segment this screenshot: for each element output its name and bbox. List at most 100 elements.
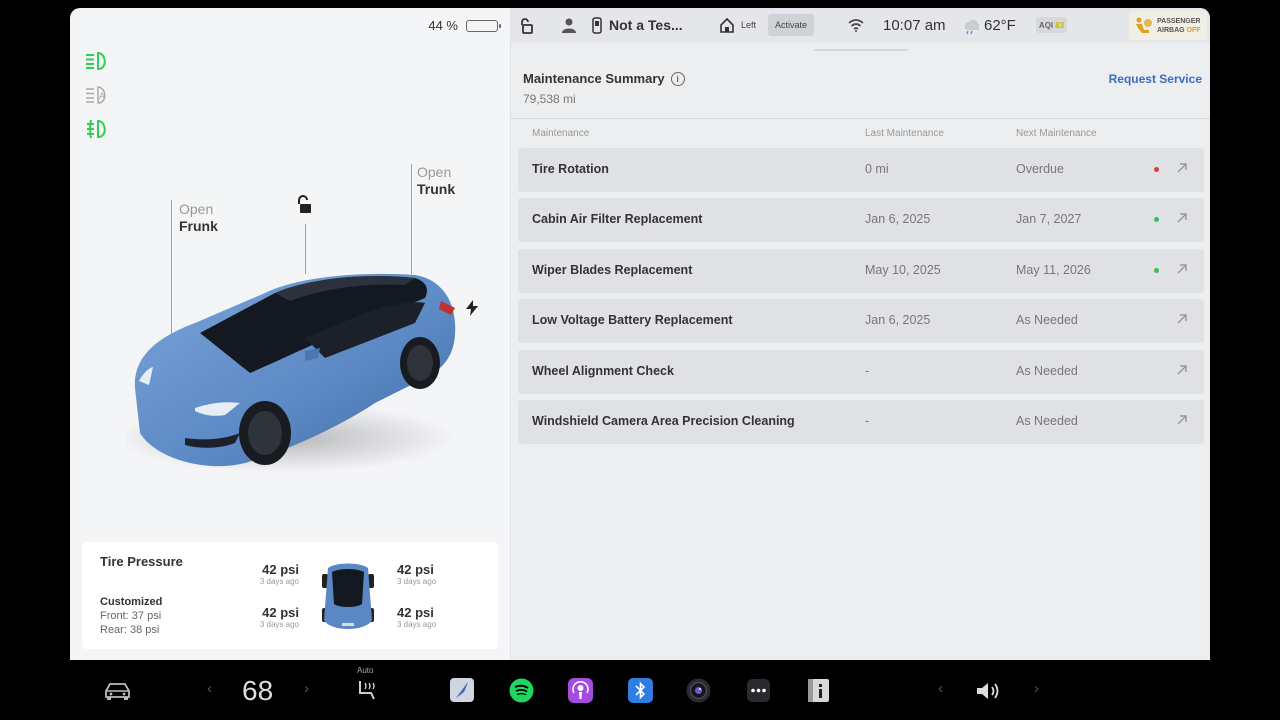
vehicle-panel: 44 % A Open Frunk Open Trunk Tire Pressu… bbox=[70, 8, 510, 660]
bluetooth-icon[interactable] bbox=[628, 678, 653, 703]
lock-status-icon[interactable] bbox=[519, 18, 533, 34]
last-maintenance: - bbox=[865, 364, 870, 378]
status-dot bbox=[1154, 268, 1159, 273]
wifi-icon[interactable] bbox=[848, 19, 864, 32]
status-dot bbox=[1154, 167, 1159, 172]
tire-front-left: 42 psi 3 days ago bbox=[254, 562, 299, 586]
profile-name[interactable]: Not a Tes... bbox=[609, 17, 683, 33]
maintenance-row[interactable]: Tire Rotation 0 mi Overdue bbox=[518, 148, 1204, 192]
homelink-label: Left bbox=[741, 20, 757, 30]
tire-rear-left: 42 psi 3 days ago bbox=[254, 605, 299, 629]
tire-pressure-value: 42 psi bbox=[262, 605, 299, 620]
maintenance-row[interactable]: Wheel Alignment Check - As Needed bbox=[518, 350, 1204, 394]
maintenance-item-name: Cabin Air Filter Replacement bbox=[532, 212, 703, 226]
trunk-label: Trunk bbox=[417, 181, 456, 197]
info-icon[interactable]: i bbox=[670, 71, 685, 86]
svg-text:A: A bbox=[99, 91, 105, 101]
volume-up-chevron-icon[interactable]: › bbox=[1034, 680, 1039, 697]
volume-down-chevron-icon[interactable]: ‹ bbox=[938, 680, 943, 697]
car-top-view-icon bbox=[322, 563, 374, 629]
spotify-icon[interactable] bbox=[509, 678, 534, 703]
open-arrow-icon[interactable] bbox=[1176, 414, 1188, 426]
car-icon[interactable] bbox=[103, 681, 132, 701]
driver-profile-icon[interactable] bbox=[562, 18, 576, 33]
volume-icon[interactable] bbox=[975, 681, 1003, 701]
last-maintenance: May 10, 2025 bbox=[865, 263, 941, 277]
air-quality-badge[interactable]: AQI 83 bbox=[1036, 17, 1067, 33]
maintenance-item-name: Wiper Blades Replacement bbox=[532, 263, 693, 277]
next-maintenance: May 11, 2026 bbox=[1016, 263, 1091, 277]
airbag-label-line2: AIRBAG bbox=[1157, 26, 1185, 34]
rear-target: Rear: 38 psi bbox=[100, 624, 160, 636]
clock: 10:07 am bbox=[883, 17, 946, 34]
frunk-label: Frunk bbox=[179, 218, 218, 234]
next-maintenance: As Needed bbox=[1016, 364, 1078, 378]
auto-high-beam-icon[interactable]: A bbox=[84, 84, 110, 106]
airbag-icon bbox=[1136, 17, 1152, 33]
tire-pressure-title: Tire Pressure bbox=[100, 554, 183, 569]
open-frunk-button[interactable]: Open Frunk bbox=[179, 201, 218, 235]
outside-temperature: 62°F bbox=[984, 17, 1016, 34]
last-maintenance: Jan 6, 2025 bbox=[865, 212, 931, 226]
tire-pressure-value: 42 psi bbox=[397, 605, 434, 620]
more-apps-icon[interactable] bbox=[747, 679, 770, 702]
maintenance-panel: Not a Tes... Left Activate 10:07 am 62°F bbox=[510, 8, 1210, 660]
request-service-button[interactable]: Request Service bbox=[1109, 72, 1202, 86]
next-maintenance: Overdue bbox=[1016, 162, 1064, 176]
manual-icon[interactable] bbox=[806, 678, 831, 703]
maintenance-row[interactable]: Windshield Camera Area Precision Cleanin… bbox=[518, 400, 1204, 444]
last-maintenance: - bbox=[865, 414, 870, 428]
trunk-callout-line bbox=[411, 164, 412, 274]
maintenance-row[interactable]: Low Voltage Battery Replacement Jan 6, 20… bbox=[518, 299, 1204, 343]
open-arrow-icon[interactable] bbox=[1176, 313, 1188, 325]
drag-handle[interactable] bbox=[814, 49, 908, 51]
status-dot bbox=[1154, 217, 1159, 222]
frunk-label-action: Open bbox=[179, 201, 214, 217]
open-arrow-icon[interactable] bbox=[1176, 364, 1188, 376]
phone-key-icon[interactable] bbox=[592, 17, 602, 34]
low-beam-icon[interactable] bbox=[84, 50, 110, 72]
status-bar: Not a Tes... Left Activate 10:07 am 62°F bbox=[511, 8, 1210, 43]
column-header-last: Last Maintenance bbox=[865, 128, 944, 139]
next-maintenance: As Needed bbox=[1016, 414, 1078, 428]
homelink-icon[interactable] bbox=[719, 17, 735, 33]
next-maintenance: Jan 7, 2027 bbox=[1016, 212, 1082, 226]
next-maintenance: As Needed bbox=[1016, 313, 1078, 327]
charge-port-icon[interactable] bbox=[465, 300, 479, 316]
open-trunk-button[interactable]: Open Trunk bbox=[417, 164, 455, 198]
battery-status: 44 % bbox=[428, 18, 501, 33]
trunk-label-action: Open bbox=[417, 164, 452, 180]
fog-light-icon[interactable] bbox=[84, 118, 110, 140]
tire-pressure-card[interactable]: Tire Pressure Customized Front: 37 psi R… bbox=[82, 542, 498, 649]
open-arrow-icon[interactable] bbox=[1176, 162, 1188, 174]
weather-icon[interactable] bbox=[961, 17, 979, 34]
maintenance-item-name: Windshield Camera Area Precision Cleanin… bbox=[532, 414, 795, 428]
camera-icon[interactable] bbox=[686, 678, 711, 703]
airbag-state: OFF bbox=[1186, 26, 1201, 34]
car-3d-model[interactable] bbox=[125, 263, 465, 483]
car-unlock-icon[interactable] bbox=[294, 195, 314, 215]
tire-reading-age: 3 days ago bbox=[397, 577, 437, 586]
last-maintenance: Jan 6, 2025 bbox=[865, 313, 931, 327]
open-arrow-icon[interactable] bbox=[1176, 212, 1188, 224]
passenger-airbag-indicator: PASSENGER AIRBAG OFF bbox=[1129, 11, 1207, 40]
seat-heat-mode: Auto bbox=[357, 666, 374, 675]
airbag-label-line1: PASSENGER bbox=[1157, 17, 1201, 25]
touchscreen: 44 % A Open Frunk Open Trunk Tire Pressu… bbox=[70, 8, 1210, 660]
podcasts-icon[interactable] bbox=[568, 678, 593, 703]
open-arrow-icon[interactable] bbox=[1176, 263, 1188, 275]
maintenance-row[interactable]: Cabin Air Filter Replacement Jan 6, 2025 J… bbox=[518, 198, 1204, 242]
aqi-value: 83 bbox=[1055, 20, 1065, 30]
temp-down-chevron-icon[interactable]: ‹ bbox=[207, 680, 212, 697]
customized-label: Customized bbox=[100, 596, 163, 608]
maintenance-row[interactable]: Wiper Blades Replacement May 10, 2025 May … bbox=[518, 249, 1204, 293]
column-header-maintenance: Maintenance bbox=[532, 128, 590, 139]
navigation-icon[interactable] bbox=[450, 678, 474, 702]
temp-up-chevron-icon[interactable]: › bbox=[304, 680, 309, 697]
homelink-activate-button[interactable]: Activate bbox=[768, 14, 814, 36]
front-target: Front: 37 psi bbox=[100, 610, 162, 622]
seat-heater-icon[interactable] bbox=[357, 679, 377, 701]
cabin-temperature[interactable]: 68 bbox=[242, 675, 273, 707]
tire-front-right: 42 psi 3 days ago bbox=[397, 562, 436, 586]
maintenance-item-name: Wheel Alignment Check bbox=[532, 364, 674, 378]
